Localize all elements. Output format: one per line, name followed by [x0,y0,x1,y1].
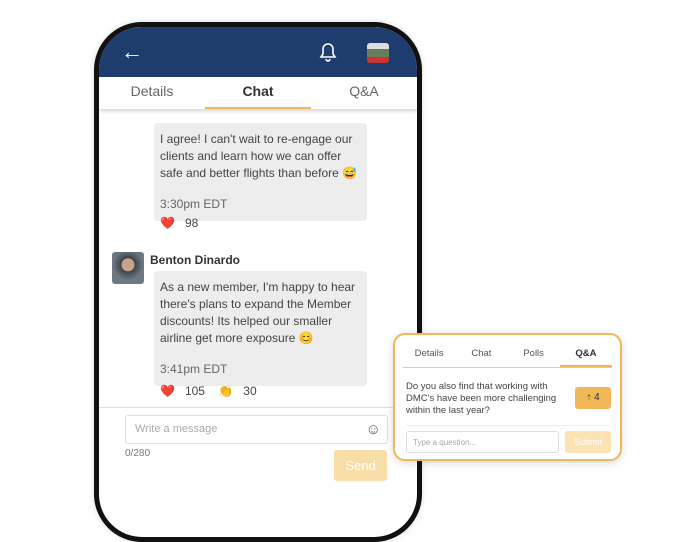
message-time: 3:41pm EDT [160,362,228,376]
submit-button[interactable]: Submit [565,431,611,453]
heart-icon[interactable]: ❤️ [160,384,175,398]
tab-bar: Details Chat Q&A [99,77,417,110]
input-placeholder: Write a message [135,423,218,435]
qa-tab-chat[interactable]: Chat [455,343,507,367]
tab-chat[interactable]: Chat [205,77,311,109]
clap-icon[interactable]: 👏 [218,384,233,398]
reaction-count: 98 [184,216,199,230]
reaction-count: 105 [184,384,205,398]
message-text: As a new member, I'm happy to hear there… [160,280,356,345]
vote-count: 4 [594,392,600,403]
message-time: 3:30pm EDT [160,197,228,211]
heart-icon[interactable]: ❤️ [160,216,175,230]
qa-tab-bar: Details Chat Polls Q&A [403,343,612,368]
qa-tab-qa[interactable]: Q&A [559,343,612,367]
message-input[interactable]: Write a message ☺ [125,415,388,444]
send-button[interactable]: Send [334,450,387,481]
reaction-count: 30 [243,384,257,398]
arrow-up-icon: ↑ [586,392,592,403]
message-bubble: As a new member, I'm happy to hear there… [154,271,367,386]
phone-frame: ← Details Chat Q&A I agree! I can't wait… [94,22,422,542]
message-text: I agree! I can't wait to re-engage our c… [160,132,358,180]
upvote-button[interactable]: ↑ 4 [575,387,611,409]
author-name: Benton Dinardo [150,253,240,267]
emoji-icon[interactable]: ☺ [366,421,381,438]
back-arrow-icon[interactable]: ← [121,39,143,65]
qa-tab-details[interactable]: Details [403,343,455,367]
qa-panel: Details Chat Polls Q&A Do you also find … [393,333,622,461]
qa-tab-polls[interactable]: Polls [508,343,560,367]
user-avatar[interactable] [367,43,389,63]
author-avatar[interactable] [112,252,144,284]
reactions: ❤️ 98 [160,216,208,230]
divider [406,425,609,426]
question-text: Do you also find that working with DMC's… [406,381,557,416]
tab-qa[interactable]: Q&A [311,77,417,109]
question-input[interactable]: Type a question... [406,431,559,453]
bell-icon[interactable] [319,42,337,62]
composer: Write a message ☺ 0/280 Send [99,407,417,481]
app-header: ← [99,27,417,77]
message-bubble: I agree! I can't wait to re-engage our c… [154,123,367,221]
reactions: ❤️ 105 👏 30 [160,384,267,398]
tab-details[interactable]: Details [99,77,205,109]
char-counter: 0/280 [125,448,151,459]
